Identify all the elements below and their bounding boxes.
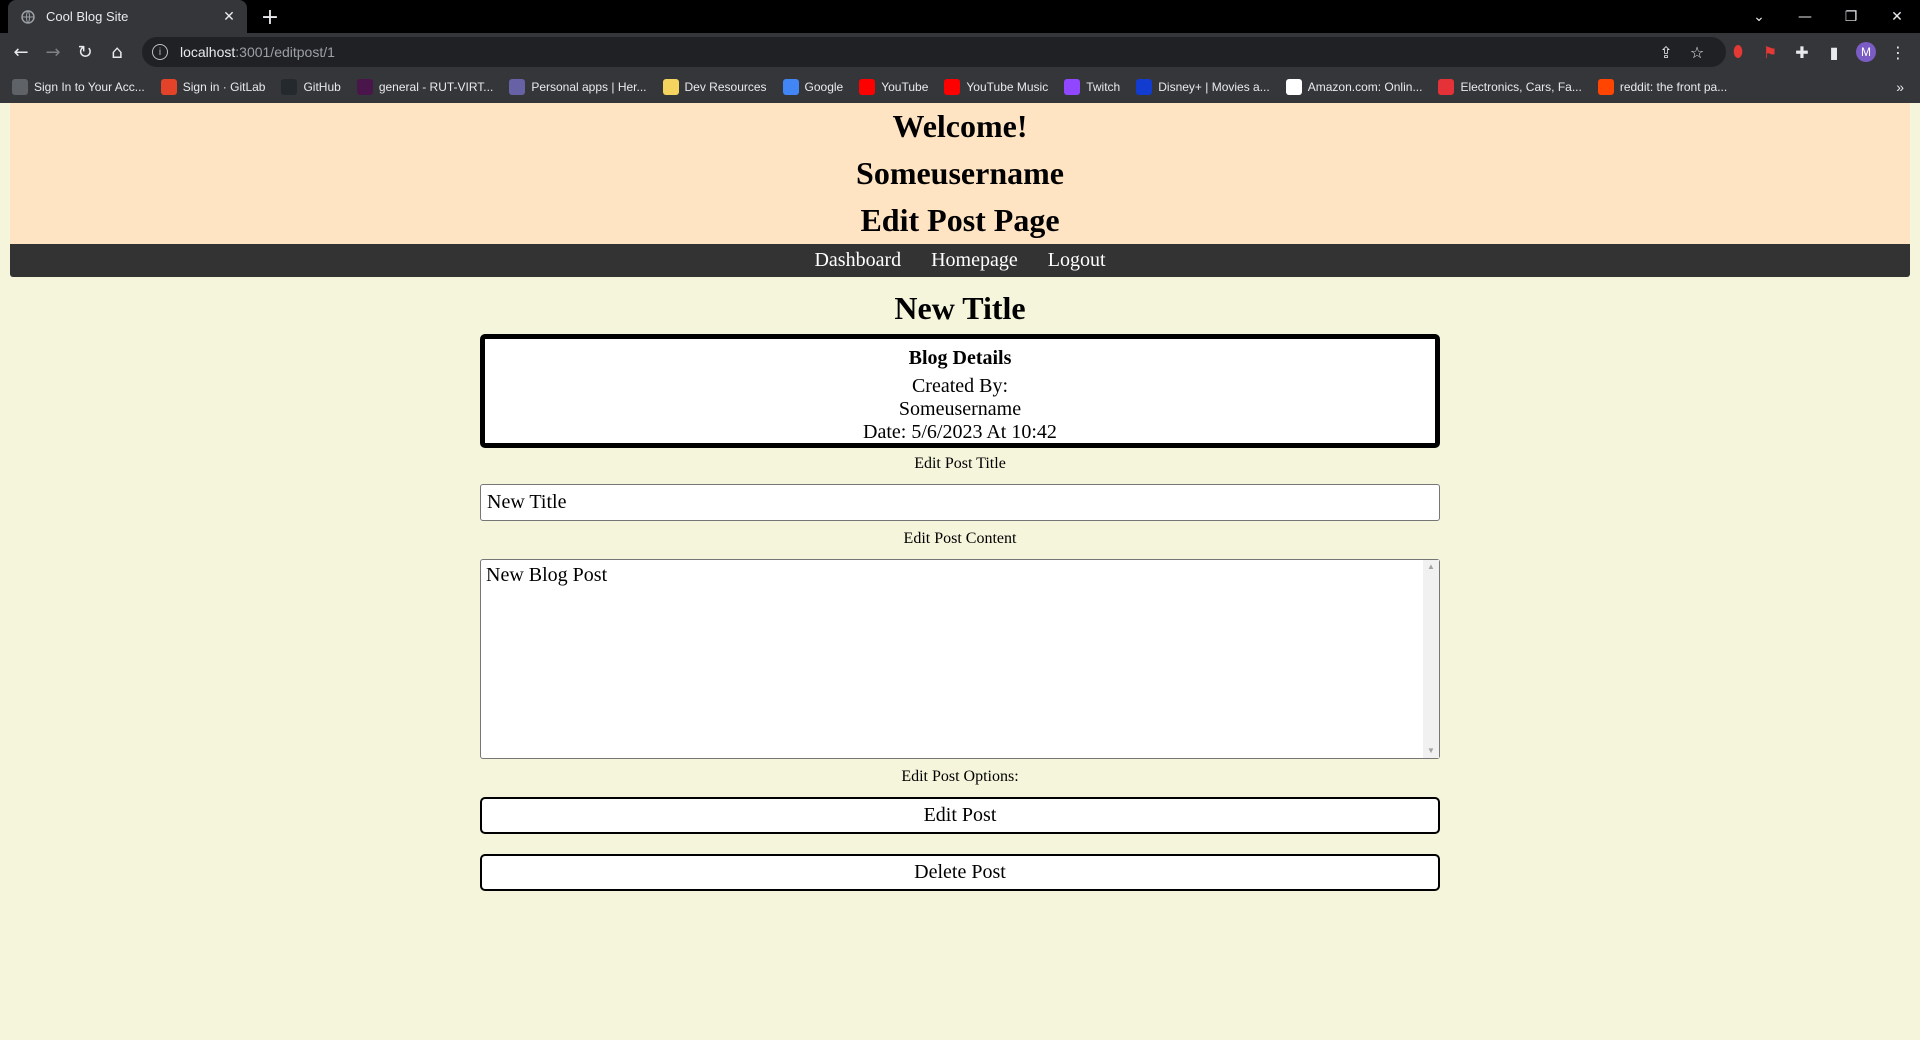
reddit-icon [1597,79,1614,95]
post-date: Date: 5/6/2023 At 10:42 [863,421,1057,443]
extensions-puzzle-icon[interactable]: ✚ [1790,40,1814,64]
tab-title: Cool Blog Site [46,9,129,24]
share-icon[interactable]: ⇪ [1654,40,1678,64]
edit-title-label: Edit Post Title [914,455,1006,472]
globe-icon [20,9,36,25]
tab-search-icon[interactable]: ⌄ [1736,0,1782,33]
side-panel-icon[interactable]: ▮ [1822,40,1846,64]
menu-kebab-icon[interactable]: ⋮ [1886,40,1910,64]
bookmark-label: Dev Resources [684,80,767,94]
blog-details-heading: Blog Details [908,347,1012,369]
extension-red-icon[interactable]: ⬮ [1726,40,1750,64]
bookmark-label: Sign in · GitLab [182,80,266,94]
google-icon [782,79,799,95]
close-tab-icon[interactable]: ✕ [221,8,237,25]
bookmark-label: GitHub [303,80,341,94]
minimize-icon[interactable]: — [1782,0,1828,33]
bookmark-label: Disney+ | Movies a... [1158,80,1270,94]
bookmark-item[interactable]: general - RUT-VIRT... [356,79,494,95]
created-by-label: Created By: [911,375,1009,397]
tab-bar: Cool Blog Site ✕ + ⌄ — ❐ ✕ [0,0,1920,33]
bookmark-label: general - RUT-VIRT... [378,80,494,94]
url-host: localhost [180,44,236,60]
post-title-input[interactable] [480,484,1440,521]
profile-avatar[interactable]: M [1854,40,1878,64]
post-title: New Title [894,290,1026,326]
reload-icon[interactable]: ↻ [73,40,97,64]
youtube-music-icon [944,79,961,95]
bookmark-label: Sign In to Your Acc... [34,80,145,94]
bookmark-label: Electronics, Cars, Fa... [1460,80,1582,94]
page-title: Edit Post Page [860,202,1060,238]
page-body: Welcome! Someusername Edit Post Page Das… [0,103,1920,1040]
scroll-up-icon[interactable]: ▲ [1423,560,1439,574]
bookmark-item[interactable]: YouTube Music [944,79,1048,95]
disney-icon [1136,79,1153,95]
restore-icon[interactable]: ❐ [1828,0,1874,33]
url-path: :3001/editpost/1 [235,44,335,60]
post-content-textarea[interactable]: New Blog Post [480,559,1440,759]
bookmark-label: Google [804,80,844,94]
edit-content-label: Edit Post Content [903,530,1017,547]
browser-toolbar: ← → ↻ ⌂ i localhost:3001/editpost/1 ⇪ ☆ … [0,33,1920,71]
forward-icon[interactable]: → [41,40,65,64]
edit-post-button[interactable]: Edit Post [480,797,1440,834]
bookmark-label: Twitch [1086,80,1121,94]
github-icon [281,79,298,95]
nav-logout-link[interactable]: Logout [1048,249,1106,272]
bookmark-item[interactable]: reddit: the front pa... [1597,79,1728,95]
back-icon[interactable]: ← [9,40,33,64]
bookmarks-more-icon[interactable]: » [1896,79,1904,95]
amazon-icon [1285,79,1302,95]
bookmark-label: Personal apps | Her... [531,80,647,94]
bookmark-item[interactable]: Sign in · GitLab [160,79,266,95]
bookmark-item[interactable]: Google [782,79,844,95]
globe-icon [12,79,28,95]
bookmark-label: Amazon.com: Onlin... [1307,80,1423,94]
twitch-icon [1064,79,1081,95]
gitlab-icon [160,79,177,95]
bookmark-item[interactable]: Electronics, Cars, Fa... [1438,79,1582,95]
bookmark-item[interactable]: Dev Resources [662,79,767,95]
home-icon[interactable]: ⌂ [105,40,129,64]
bookmark-item[interactable]: GitHub [281,79,341,95]
site-info-icon[interactable]: i [152,44,168,60]
slack-icon [356,79,373,95]
profile-initial: M [1856,42,1876,62]
bookmarks-bar: Sign In to Your Acc... Sign in · GitLab Gi… [0,71,1920,103]
bookmark-item[interactable]: Twitch [1064,79,1120,95]
bookmark-item[interactable]: Personal apps | Her... [509,79,647,95]
bookmark-item[interactable]: YouTube [859,79,928,95]
close-window-icon[interactable]: ✕ [1874,0,1920,33]
folder-icon [662,79,679,95]
bookmark-star-icon[interactable]: ☆ [1685,40,1709,64]
new-tab-icon[interactable]: + [258,5,282,30]
bookmark-label: YouTube [881,80,929,94]
address-bar[interactable]: i localhost:3001/editpost/1 [142,37,1726,67]
nav-dashboard-link[interactable]: Dashboard [814,249,901,272]
welcome-heading: Welcome! [892,108,1028,144]
bookmark-label: reddit: the front pa... [1619,80,1728,94]
delete-post-button[interactable]: Delete Post [480,854,1440,891]
extension-badge-icon[interactable]: ⚑ [1758,40,1782,64]
youtube-icon [859,79,876,95]
bookmark-item[interactable]: Sign In to Your Acc... [12,79,145,95]
edit-options-label: Edit Post Options: [901,768,1019,785]
nav-homepage-link[interactable]: Homepage [931,249,1018,272]
textarea-scrollbar[interactable]: ▲ ▼ [1423,560,1439,758]
browser-tab[interactable]: Cool Blog Site ✕ [8,0,247,33]
bookmark-item[interactable]: Disney+ | Movies a... [1136,79,1270,95]
bookmark-label: YouTube Music [966,80,1049,94]
site-header: Welcome! Someusername Edit Post Page [10,103,1910,244]
bookmark-item[interactable]: Amazon.com: Onlin... [1285,79,1423,95]
blog-details-card: Blog Details Created By: Someusername Da… [480,334,1440,448]
username-heading: Someusername [856,155,1064,191]
scroll-down-icon[interactable]: ▼ [1423,744,1439,758]
site-nav: Dashboard Homepage Logout [10,244,1910,277]
ebay-icon [1438,79,1455,95]
heroku-icon [509,79,526,95]
post-author: Someusername [898,398,1022,420]
